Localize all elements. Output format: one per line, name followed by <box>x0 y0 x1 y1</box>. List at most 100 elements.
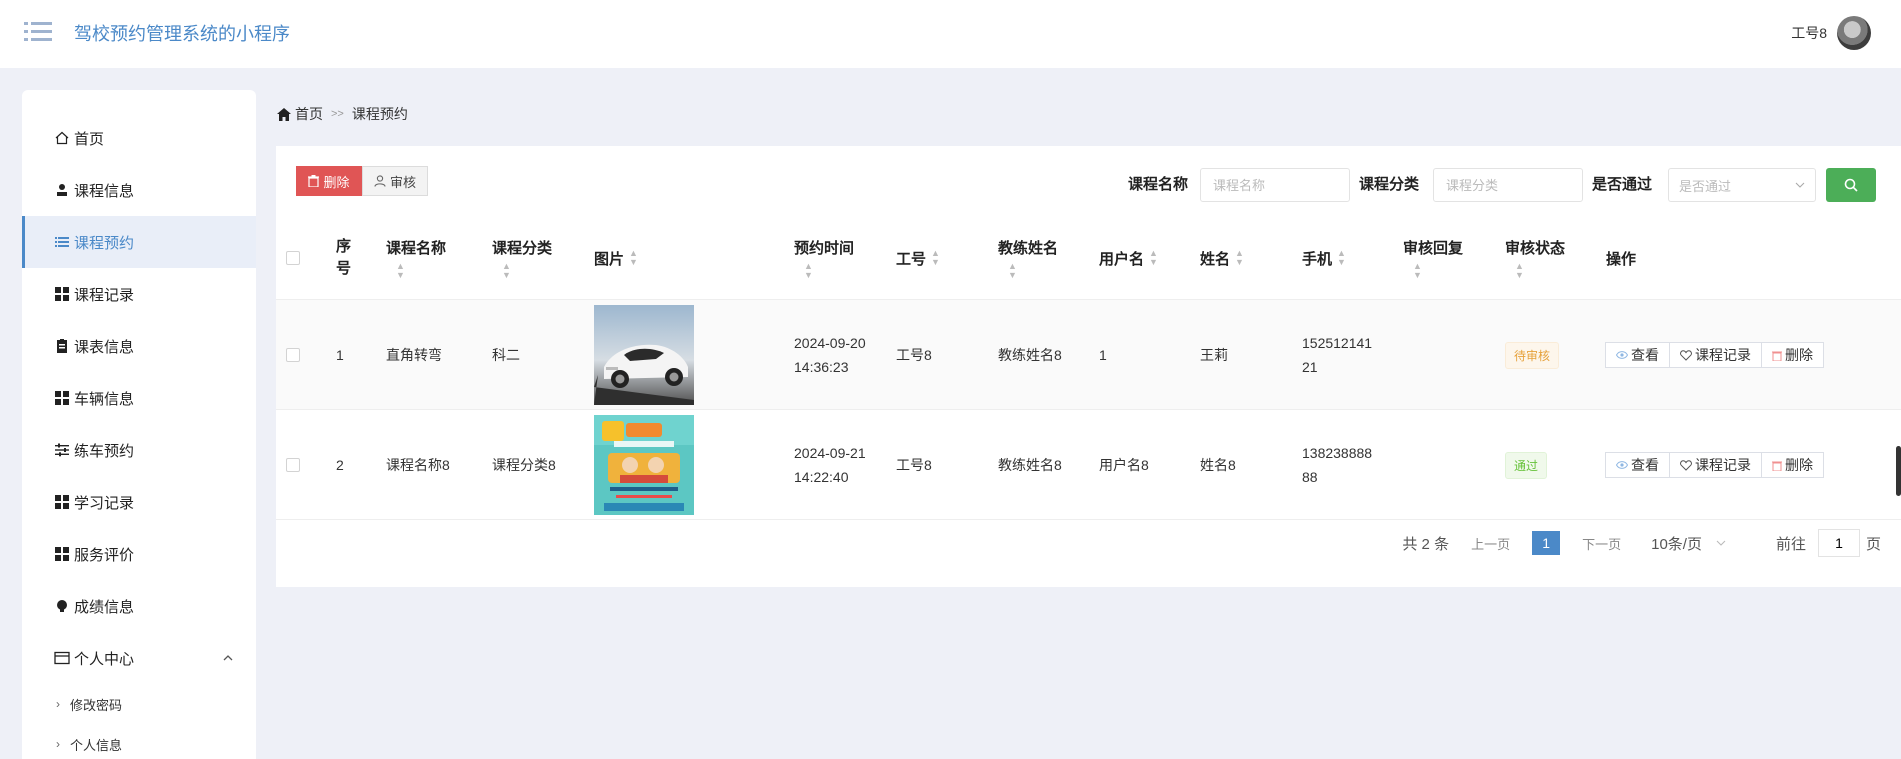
cell-image <box>594 410 694 520</box>
trash-icon <box>308 175 320 187</box>
pagination: 共 2 条 上一页 1 下一页 10条/页 前往 页 <box>1402 528 1881 558</box>
trash-icon <box>1772 351 1782 361</box>
sidebar-item-vehicle[interactable]: 车辆信息 <box>22 372 256 424</box>
sidebar-item-study-record[interactable]: 学习记录 <box>22 476 256 528</box>
clipboard-icon <box>54 338 70 354</box>
sidebar: 首页 课程信息 课程预约 课程记录 课表信息 车辆信息 练车预约 学习记录 服务… <box>22 90 256 759</box>
course-record-button[interactable]: 课程记录 <box>1669 452 1762 478</box>
breadcrumb: 首页 >> 课程预约 <box>277 104 408 124</box>
page-size-select[interactable]: 10条/页 <box>1651 533 1726 554</box>
course-record-button[interactable]: 课程记录 <box>1669 342 1762 368</box>
header-booking-time[interactable]: 预约时间 ▲ ▼ <box>794 216 854 300</box>
sidebar-item-practice-booking[interactable]: 练车预约 <box>22 424 256 476</box>
header-name[interactable]: 姓名 ▲ ▼ <box>1200 216 1244 300</box>
cell-name: 王莉 <box>1200 347 1228 363</box>
page-number-current[interactable]: 1 <box>1532 531 1561 555</box>
row-checkbox[interactable] <box>286 348 300 362</box>
cell-booking-time: 2024-09-20 14:36:23 <box>794 300 866 410</box>
page-suffix: 页 <box>1865 535 1881 553</box>
cell-image <box>594 300 694 410</box>
sidebar-item-personal-center[interactable]: 个人中心 <box>22 632 256 684</box>
goto-label: 前往 <box>1775 535 1806 553</box>
course-name-input[interactable] <box>1200 168 1350 202</box>
header-staff-no[interactable]: 工号 ▲ ▼ <box>896 216 940 300</box>
sidebar-item-label: 课程记录 <box>74 286 135 304</box>
sidebar-item-home[interactable]: 首页 <box>22 112 256 164</box>
menu-toggle-icon[interactable] <box>24 20 52 44</box>
view-button[interactable]: 查看 <box>1605 452 1670 478</box>
user-menu[interactable]: 工号8 <box>1791 16 1871 50</box>
row-checkbox[interactable] <box>286 458 300 472</box>
cell-actions: 查看 课程记录 删除 <box>1605 300 1824 410</box>
header-course-category[interactable]: 课程分类 ▲ ▼ <box>492 216 552 300</box>
sidebar-item-timetable[interactable]: 课表信息 <box>22 320 256 372</box>
sidebar-item-course-record[interactable]: 课程记录 <box>22 268 256 320</box>
header-image[interactable]: 图片 ▲ ▼ <box>594 216 638 300</box>
header-coach-name[interactable]: 教练姓名 ▲ ▼ <box>998 216 1058 300</box>
prev-page-button[interactable]: 上一页 <box>1471 534 1510 553</box>
view-button-label: 查看 <box>1631 347 1659 363</box>
chevron-down-icon <box>1795 182 1805 188</box>
wallet-icon <box>54 650 70 666</box>
next-page-button[interactable]: 下一页 <box>1582 534 1621 553</box>
header-phone[interactable]: 手机 ▲ ▼ <box>1302 216 1346 300</box>
delete-button[interactable]: 删除 <box>296 166 362 196</box>
cell-username: 用户名8 <box>1099 457 1149 473</box>
scrollbar[interactable] <box>1896 446 1901 496</box>
sidebar-subitem-change-password[interactable]: › 修改密码 <box>22 684 256 724</box>
heart-icon <box>1680 349 1692 361</box>
passed-select[interactable]: 是否通过 <box>1668 168 1816 202</box>
view-button[interactable]: 查看 <box>1605 342 1670 368</box>
header-label: 审核状态 <box>1505 239 1566 257</box>
sidebar-item-course-booking[interactable]: 课程预约 <box>22 216 256 268</box>
sidebar-item-course-info[interactable]: 课程信息 <box>22 164 256 216</box>
chevron-right-icon: › <box>56 697 60 711</box>
sort-icon: ▲ ▼ <box>1515 260 1524 280</box>
breadcrumb-home[interactable]: 首页 <box>295 104 323 124</box>
cell-index: 2 <box>336 457 344 473</box>
goto-page-input[interactable] <box>1817 529 1860 557</box>
row-delete-button[interactable]: 删除 <box>1761 452 1824 478</box>
row-delete-button[interactable]: 删除 <box>1761 342 1824 368</box>
header-label: 课程名称 <box>386 239 447 257</box>
sidebar-item-label: 成绩信息 <box>74 598 135 616</box>
sort-icon: ▲ ▼ <box>1149 248 1158 267</box>
header-course-name[interactable]: 课程名称 ▲ ▼ <box>386 216 446 300</box>
course-record-button-label: 课程记录 <box>1695 457 1751 473</box>
cell-username: 1 <box>1099 347 1107 363</box>
cell-phone: 138238888 88 <box>1302 410 1372 520</box>
home-icon <box>54 130 70 146</box>
home-icon <box>277 107 291 121</box>
grid-icon <box>54 546 70 562</box>
sidebar-item-label: 课程信息 <box>74 182 135 200</box>
header-label: 手机 <box>1302 250 1333 268</box>
booking-date: 2024-09-21 <box>794 445 866 461</box>
audit-button[interactable]: 审核 <box>362 166 428 196</box>
select-all-checkbox[interactable] <box>286 251 300 265</box>
sidebar-item-label: 服务评价 <box>74 546 135 564</box>
row-select <box>286 410 300 520</box>
cell-review-status: 通过 <box>1505 410 1548 520</box>
pagination-total: 共 2 条 <box>1402 535 1450 553</box>
sort-icon: ▲ ▼ <box>931 248 940 267</box>
grid-icon <box>54 494 70 510</box>
search-button[interactable] <box>1826 168 1876 202</box>
car-photo[interactable] <box>594 305 694 405</box>
cell-actions: 查看 课程记录 删除 <box>1605 410 1824 520</box>
grid-icon <box>54 286 70 302</box>
sidebar-item-score[interactable]: 成绩信息 <box>22 580 256 632</box>
header-username[interactable]: 用户名 ▲ ▼ <box>1099 216 1158 300</box>
avatar[interactable] <box>1837 16 1871 50</box>
heart-icon <box>1680 459 1692 471</box>
cell-course-name: 课程名称8 <box>386 457 450 473</box>
cell-phone: 152512141 21 <box>1302 300 1372 410</box>
course-category-label: 课程分类 <box>1359 176 1420 193</box>
sort-icon: ▲ ▼ <box>502 260 511 280</box>
sidebar-subitem-profile[interactable]: › 个人信息 <box>22 724 256 759</box>
status-badge: 通过 <box>1505 451 1548 479</box>
header-review-reply[interactable]: 审核回复 ▲ ▼ <box>1403 216 1463 300</box>
driving-school-poster[interactable] <box>594 415 694 515</box>
course-category-input[interactable] <box>1433 168 1583 202</box>
header-review-status[interactable]: 审核状态 ▲ ▼ <box>1505 216 1565 300</box>
sidebar-item-service-review[interactable]: 服务评价 <box>22 528 256 580</box>
